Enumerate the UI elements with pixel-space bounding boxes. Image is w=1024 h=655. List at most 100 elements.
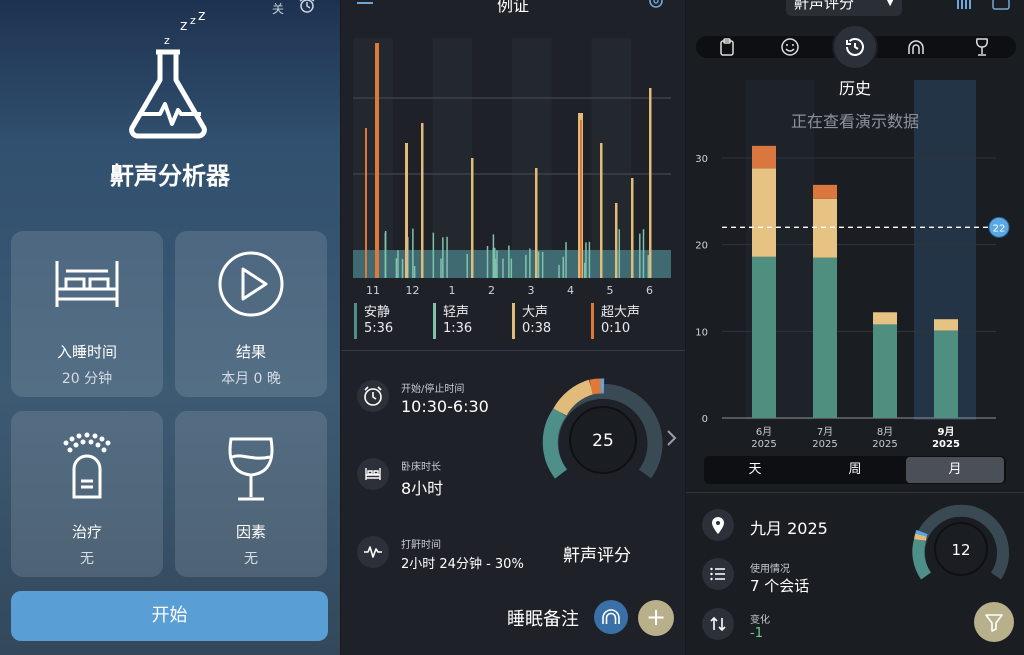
sort-arrows-icon: [702, 608, 734, 640]
snore-timeline-chart: [353, 38, 671, 278]
example-panel: 例证 11 12 1 2 3 4 5 6 安静 5:36 轻声 1:36 大声 0:38 超大…: [341, 0, 685, 655]
tile-results[interactable]: 结果 本月 0 晚: [175, 231, 327, 397]
add-note-button[interactable]: +: [638, 600, 674, 636]
tile-title: 治疗: [71, 523, 102, 541]
bar-chart-icon[interactable]: [956, 0, 972, 15]
snore-event-mark: [580, 120, 582, 278]
legend-label: 超大声: [601, 305, 641, 320]
average-badge-label: 22: [993, 223, 1006, 234]
x-tick-label: 7月: [817, 426, 833, 438]
score-mini-gauge[interactable]: 12: [912, 500, 1010, 584]
snore-event-mark: [649, 88, 652, 278]
snore-event-mark: [537, 251, 540, 278]
home-panel: 关 z z z z 鼾声分析器 入睡时间 20 分钟 结果 本月 0 晚 治疗 …: [0, 0, 340, 655]
chevron-right-icon[interactable]: [665, 429, 677, 451]
tile-subtitle: 20 分钟: [61, 371, 113, 387]
snore-event-mark: [432, 232, 435, 278]
wallet-icon[interactable]: [992, 0, 1010, 15]
y-tick-label: 0: [702, 414, 708, 425]
stacked-bar-segment: [934, 330, 958, 418]
chevron-down-icon: ▼: [886, 0, 894, 8]
tile-title: 结果: [235, 343, 266, 361]
y-tick-label: 10: [695, 327, 708, 338]
alarm-icon[interactable]: [298, 0, 316, 18]
stat-label: 打鼾时间: [401, 540, 441, 551]
tile-title: 因素: [235, 523, 266, 541]
snore-event-mark: [631, 178, 634, 278]
x-tick-label: 2025: [812, 439, 837, 450]
smiley-face-icon[interactable]: [780, 38, 800, 60]
mouthguard-icon[interactable]: [906, 38, 926, 60]
mouthguard-remedy-icon[interactable]: [594, 600, 628, 634]
stacked-bar-segment: [934, 319, 958, 331]
legend-value: 0:10: [601, 321, 631, 336]
snore-event-mark: [558, 264, 560, 278]
page-title: 例证: [496, 0, 529, 15]
stat-label: 卧床时长: [401, 462, 441, 473]
tile-sleep-onset[interactable]: 入睡时间 20 分钟: [11, 231, 163, 397]
clipboard-icon[interactable]: [718, 38, 736, 60]
y-tick-label: 20: [695, 241, 708, 252]
tile-factors[interactable]: 因素 无: [175, 411, 327, 577]
snore-event-mark: [384, 230, 387, 278]
svg-text:z: z: [180, 18, 187, 34]
snore-event-mark: [562, 256, 565, 278]
stacked-bar-segment: [752, 256, 776, 418]
segment-month[interactable]: 月: [906, 457, 1004, 483]
settings-gear-icon[interactable]: [647, 0, 665, 13]
legend-label: 大声: [522, 305, 549, 320]
x-tick-label: 12: [405, 284, 420, 297]
snore-event-mark: [494, 258, 497, 278]
snore-event-mark: [535, 168, 538, 278]
divider: [341, 350, 685, 351]
stacked-bar-segment: [752, 168, 776, 257]
snore-event-mark: [639, 233, 641, 278]
waveform-icon: [357, 536, 389, 568]
time-band: [432, 38, 473, 278]
x-tick-label: 2025: [932, 439, 960, 450]
metric-dropdown[interactable]: 鼾声评分 ▼: [786, 0, 902, 16]
snore-score-gauge[interactable]: 25: [541, 378, 665, 482]
x-tick-label: 6: [646, 284, 653, 297]
snore-event-mark: [583, 262, 586, 278]
snore-event-mark: [496, 250, 498, 278]
wine-glass-icon[interactable]: [974, 38, 990, 60]
segment-week[interactable]: 周: [804, 457, 906, 483]
history-tab[interactable]: [832, 24, 878, 70]
filter-button[interactable]: [974, 602, 1014, 642]
start-button[interactable]: 开始: [11, 591, 328, 641]
x-tick-label: 2025: [751, 439, 776, 450]
legend-label: 安静: [364, 305, 391, 320]
tile-title: 入睡时间: [56, 343, 117, 361]
usage-label: 使用情况: [750, 564, 790, 575]
score-label: 鼾声评分: [563, 546, 631, 566]
svg-text:z: z: [198, 10, 205, 24]
legend-swatch: [591, 303, 594, 339]
snore-event-mark: [647, 255, 650, 278]
legend-swatch: [433, 303, 436, 339]
location-pin-icon: [702, 509, 734, 541]
history-clock-icon: [846, 38, 864, 56]
gauge-value: 12: [951, 541, 970, 559]
segment-day[interactable]: 天: [706, 457, 804, 483]
x-tick-label: 4: [567, 284, 574, 297]
tile-remedies[interactable]: 治疗 无: [11, 411, 163, 577]
x-tick-label: 8月: [877, 426, 893, 438]
app-title: 鼾声分析器: [110, 162, 230, 190]
play-icon: [218, 251, 284, 317]
y-tick-label: 30: [695, 154, 708, 165]
snore-event-mark: [588, 241, 591, 278]
time-band: [591, 38, 632, 278]
snore-event-mark: [440, 258, 442, 278]
period-label: 九月 2025: [750, 519, 828, 538]
legend-label: 轻声: [443, 305, 470, 320]
sleep-notes-label: 睡眠备注: [507, 609, 579, 630]
snore-event-mark: [525, 254, 527, 278]
stat-value: 8小时: [401, 479, 444, 498]
x-tick-label: 2025: [872, 439, 897, 450]
flask-icon: z z z z: [120, 8, 220, 144]
history-bar-chart: 0102030 22 6月20257月20258月20259月2025: [695, 80, 1010, 450]
snore-event-mark: [510, 258, 513, 278]
snore-event-mark: [492, 234, 495, 278]
legend-value: 1:36: [443, 321, 473, 336]
